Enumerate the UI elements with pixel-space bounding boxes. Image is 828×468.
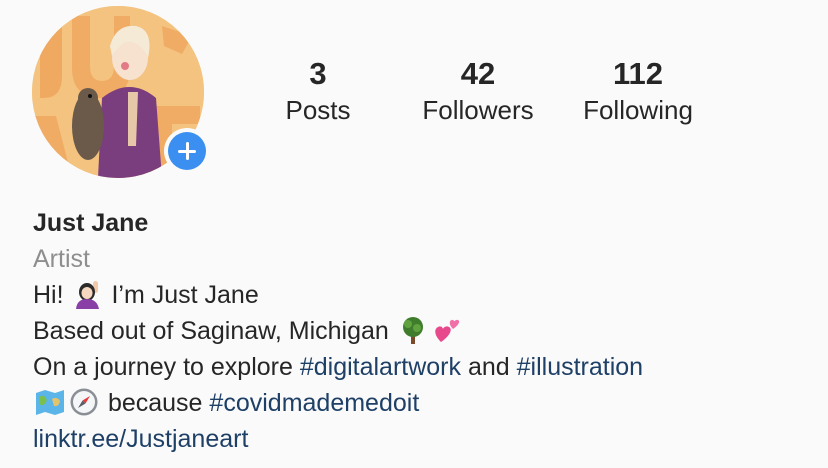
bio-text: Based out of Saginaw, Michigan	[33, 317, 396, 345]
followers-label: Followers	[422, 95, 534, 125]
plus-icon	[168, 132, 206, 170]
bio-line-link: linktr.ee/Justjaneart	[33, 421, 823, 457]
following-stat[interactable]: 112 Following	[568, 56, 708, 126]
hashtag-illustration[interactable]: #illustration	[517, 353, 643, 381]
avatar-container	[32, 6, 210, 178]
following-count: 112	[612, 56, 663, 91]
profile-page: 3 Posts 42 Followers 112 Following Just …	[0, 0, 828, 468]
followers-stat[interactable]: 42 Followers	[408, 56, 548, 126]
bio-text: I’m Just Jane	[104, 281, 259, 309]
bio-line-journey: On a journey to explore #digitalartwork …	[33, 349, 823, 385]
profile-website-link[interactable]: linktr.ee/Justjaneart	[33, 425, 248, 453]
bio-line-greeting: Hi! I’m Just Jane	[33, 277, 823, 313]
map-emoji	[36, 390, 64, 415]
bio-text: because	[101, 389, 210, 417]
posts-stat[interactable]: 3 Posts	[268, 56, 368, 126]
hashtag-covidmademedoit[interactable]: #covidmademedoit	[209, 389, 419, 417]
posts-count: 3	[309, 56, 327, 91]
raising-hand-emoji	[75, 281, 99, 309]
bio-text: On a journey to explore	[33, 353, 300, 381]
compass-emoji	[70, 388, 98, 416]
following-label: Following	[583, 95, 693, 125]
bio-line-location: Based out of Saginaw, Michigan	[33, 313, 823, 349]
bio-text: and	[461, 353, 517, 381]
two-hearts-emoji	[435, 319, 459, 342]
profile-category: Artist	[33, 245, 90, 273]
posts-label: Posts	[285, 95, 351, 125]
followers-count: 42	[460, 56, 496, 91]
add-story-button[interactable]	[164, 128, 210, 174]
profile-name: Just Jane	[33, 209, 149, 237]
tree-emoji	[402, 317, 423, 344]
profile-bio: Just Jane Artist Hi! I’m Just Jane Based…	[33, 205, 823, 457]
bio-text: Hi!	[33, 281, 71, 309]
bio-line-because: because #covidmademedoit	[33, 385, 823, 421]
hashtag-digitalartwork[interactable]: #digitalartwork	[300, 353, 461, 381]
